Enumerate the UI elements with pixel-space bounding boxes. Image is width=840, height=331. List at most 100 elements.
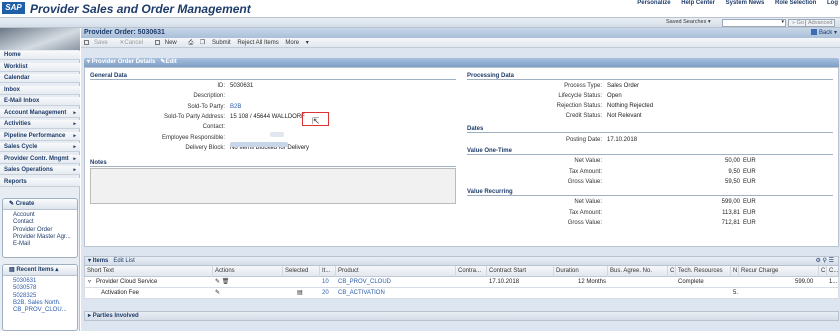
search-bar [0,18,840,28]
new-button[interactable]: New [154,40,182,46]
create-item[interactable]: Provider Master Agr... [3,234,77,241]
sidebar-item-worklist[interactable]: Worklist [0,62,80,72]
processing-field-label: Credit Status: [565,113,602,119]
row-actions-icons[interactable]: ✎ [215,288,220,299]
col-product[interactable]: Product [336,266,456,277]
personalize-link[interactable]: Personalize [637,0,670,6]
saved-searches-dropdown[interactable] [722,19,786,27]
col-contract[interactable]: Contra... [456,266,487,277]
row-short-text: Activation Fee [101,290,140,296]
sidebar-item-calendar[interactable]: Calendar [0,74,80,83]
sidebar-item-provider-contr-mngmt[interactable]: Provider Contr. Mngmt ▸ [0,154,80,164]
col-item[interactable]: It... [320,266,336,277]
sidebar-item-e-mail-inbox[interactable]: E-Mail Inbox [0,97,80,106]
sidebar-item-account-management[interactable]: Account Management ▸ [0,108,80,118]
recent-item[interactable]: 5030631 [3,278,77,285]
sidebar-item-home[interactable]: Home [0,51,80,60]
sidebar-banner-image [0,28,80,50]
edit-button[interactable]: Edit [165,59,176,65]
one-time-field-currency: EUR [743,179,756,185]
copy-icon[interactable]: ❐ [200,40,205,46]
items-tab[interactable]: ▾ Items [88,258,108,264]
create-item[interactable]: E-Mail [3,241,77,248]
sidebar-item-label: Home [4,52,21,58]
chevron-right-icon: ▸ [73,155,76,162]
parties-involved-bar[interactable]: ▸ Parties Involved [84,311,839,321]
row-recur-charge: 599,00 [795,279,814,285]
create-box: ✎ Create Account Contact Provider Order Pro… [2,198,78,258]
one-time-field-label: Tax Amount: [568,168,602,175]
sidebar-item-reports[interactable]: Reports [0,177,80,187]
back-button[interactable]: Back ▾ [810,28,837,38]
row-selected-icon[interactable]: ▤ [297,288,303,299]
general-field-label: Employee Responsible: [161,134,225,141]
items-panel-icons[interactable]: ⚙ ⚲ ☰ [816,257,835,266]
system-news-link[interactable]: System News [726,0,765,6]
create-item[interactable]: Contact [3,219,77,226]
sidebar-item-sales-cycle[interactable]: Sales Cycle ▸ [0,143,80,152]
sidebar-item-label: Inbox [4,86,20,93]
one-time-field-currency: EUR [743,168,756,175]
dates-title: Dates [467,125,833,133]
sidebar-item-activities[interactable]: Activities ▸ [0,120,80,129]
general-field-value[interactable]: B2B [230,104,241,110]
col-n[interactable]: N [731,266,739,277]
log-link[interactable]: Log [827,0,838,6]
processing-field-value: Nothing Rejected [607,103,654,109]
details-header[interactable]: ▾ Provider Order Details ✎Edit [84,58,839,67]
col-c2[interactable]: C [819,266,827,277]
general-field-label: Delivery Block: [185,144,225,151]
general-field-label: Contact: [202,124,225,131]
saved-searches-label[interactable]: Saved Searches ▾ [666,19,711,25]
submit-button[interactable]: Submit [212,40,231,46]
sidebar-item-label: Pipeline Performance [4,132,66,139]
print-icon[interactable]: ⎙ [188,40,193,46]
recurring-field-label: Gross Value: [567,220,602,226]
col-actions[interactable]: Actions [213,266,283,277]
col-selected[interactable]: Selected [283,266,320,277]
create-item[interactable]: Account [3,212,77,219]
row-item-no[interactable]: 20 [322,288,329,299]
more-button[interactable]: More ▾ [285,40,308,46]
row-product[interactable]: CB_PROV_CLOUD [338,277,391,288]
col-short-text[interactable]: Short Text [85,266,213,277]
table-row[interactable]: ▿ Provider Cloud Service ✎ 🗑 10 CB_PROV_… [84,277,839,288]
row-actions-icons[interactable]: ✎ 🗑 [215,277,229,288]
save-button[interactable]: Save [84,40,113,46]
advanced-button[interactable]: Advanced [805,19,836,27]
recurring-field-currency: EUR [743,199,756,205]
col-bus-agree-no[interactable]: Bus. Agree. No. [608,266,668,277]
col-contract-start[interactable]: Contract Start [487,266,554,277]
row-item-no[interactable]: 10 [322,277,329,288]
col-c1[interactable]: C [668,266,676,277]
col-c3[interactable]: C... [827,266,840,277]
header-links: Personalize Help Center System News Role… [628,0,838,6]
recent-items-icon: ▤ [9,267,15,273]
recent-item[interactable]: CB_PROV_CLOU... [3,307,77,314]
sidebar-item-pipeline-performance[interactable]: Pipeline Performance ▸ [0,131,80,141]
sidebar-item-inbox[interactable]: Inbox [0,85,80,95]
col-duration[interactable]: Duration [554,266,608,277]
page-title: Provider Order: 5030631 [81,28,840,38]
row-expand-icon[interactable]: ▿ [88,277,91,288]
role-selection-link[interactable]: Role Selection [775,0,816,6]
recent-item[interactable]: 5030578 [3,285,77,292]
row-contract-start: 17.10.2018 [489,279,520,285]
sidebar-item-sales-operations[interactable]: Sales Operations ▸ [0,166,80,175]
app-title: Provider Sales and Order Management [30,2,251,16]
help-center-link[interactable]: Help Center [681,0,715,6]
col-recur-charge[interactable]: Recur Charge [739,266,819,277]
sidebar-item-label: Account Management [4,109,67,116]
recent-item[interactable]: 5028325 [3,293,77,300]
cancel-button[interactable]: ✕Cancel [119,40,148,46]
edit-list-button[interactable]: Edit List [113,258,134,264]
reject-all-items-button[interactable]: Reject All Items [237,40,278,46]
sidebar-item-label: Worklist [4,63,28,70]
sidebar-item-label: Activities [4,121,31,127]
recent-item[interactable]: B2B. Sales North. [3,300,77,307]
row-product[interactable]: CB_ACTIVATION [338,288,385,299]
table-row[interactable]: Activation Fee ✎ ▤ 20 CB_ACTIVATION 5. [84,288,839,299]
col-tech-resources[interactable]: Tech. Resources [676,266,731,277]
notes-field[interactable] [90,168,456,204]
create-item[interactable]: Provider Order [3,227,77,234]
